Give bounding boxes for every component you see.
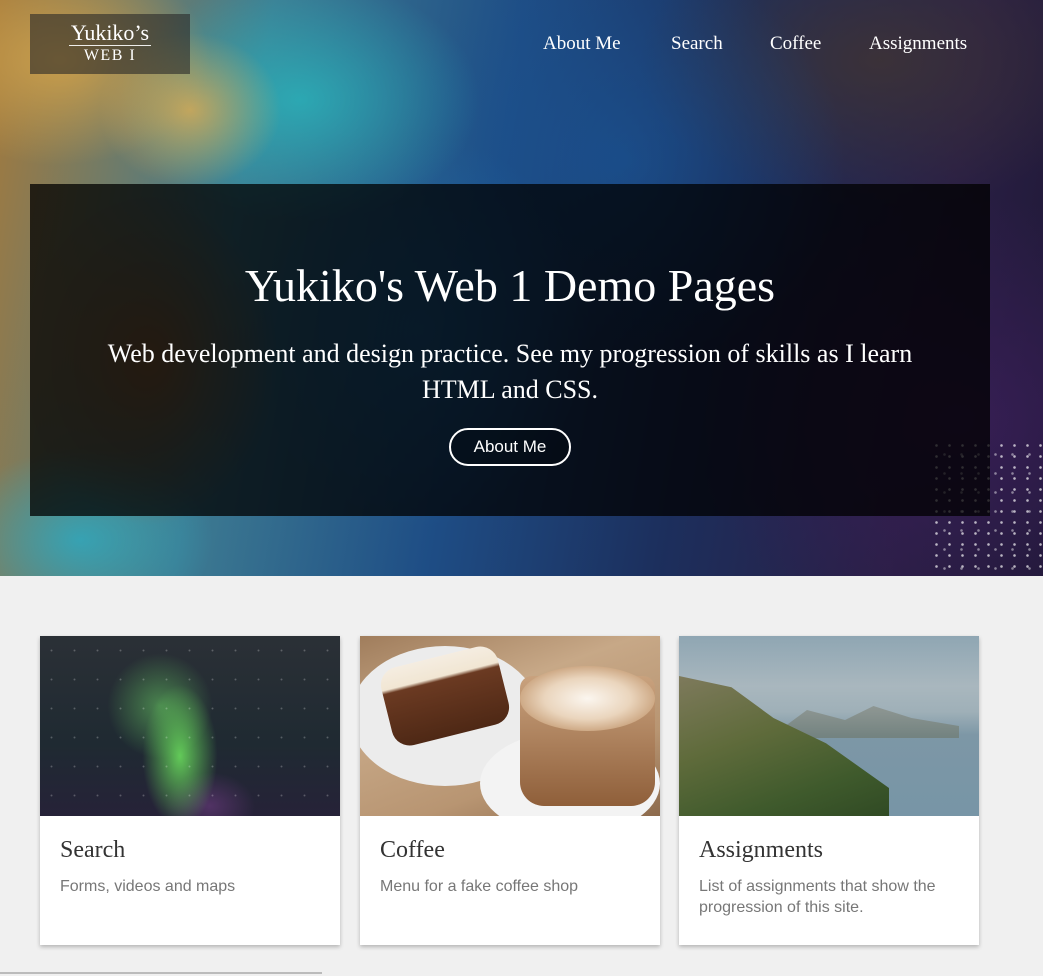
page-title: Yukiko's Web 1 Demo Pages: [244, 260, 776, 311]
card-search[interactable]: Search Forms, videos and maps: [40, 636, 340, 945]
main-nav: About Me Search Coffee Assignments: [0, 33, 1043, 57]
aurora-image[interactable]: [40, 636, 340, 816]
card-title[interactable]: Coffee: [380, 837, 445, 864]
latte-and-cake-image[interactable]: [360, 636, 660, 816]
card-description: Menu for a fake coffee shop: [380, 878, 579, 895]
coastline-image[interactable]: [679, 636, 979, 816]
card-description: List of assignments that show the progre…: [699, 878, 936, 916]
bottom-divider: [0, 972, 322, 974]
cliff-shape: [679, 676, 889, 816]
card-assignments[interactable]: Assignments List of assignments that sho…: [679, 636, 979, 945]
nav-item-assignments[interactable]: Assignments: [869, 33, 967, 55]
hero-banner: Yukiko's Web 1 Demo Pages Web developmen…: [30, 184, 990, 516]
nav-item-search[interactable]: Search: [671, 33, 723, 55]
card-title[interactable]: Assignments: [699, 837, 823, 864]
nav-item-about-me[interactable]: About Me: [543, 33, 621, 55]
hero-section: Yukiko’s WEB I About Me Search Coffee As…: [0, 0, 1043, 576]
latte-foam-shape: [520, 666, 655, 731]
card-description: Forms, videos and maps: [60, 878, 236, 895]
nav-item-coffee[interactable]: Coffee: [770, 33, 821, 55]
hero-subtitle: Web development and design practice. See…: [107, 339, 913, 404]
card-coffee[interactable]: Coffee Menu for a fake coffee shop: [360, 636, 660, 945]
card-title[interactable]: Search: [60, 837, 125, 864]
about-me-button[interactable]: About Me: [449, 428, 571, 466]
